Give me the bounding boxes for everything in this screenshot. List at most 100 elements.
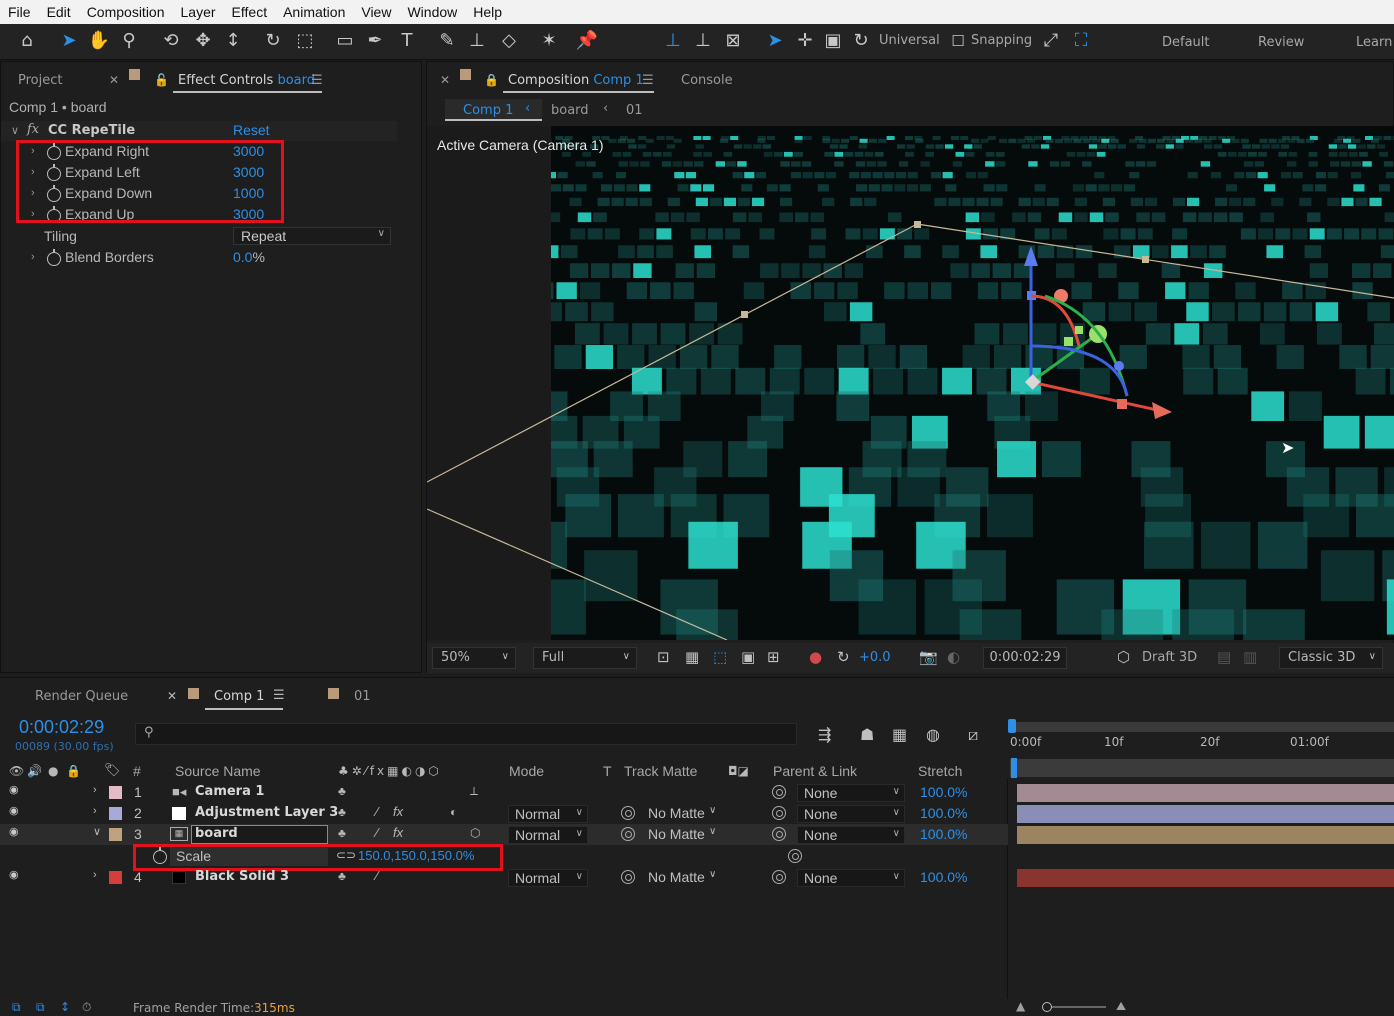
- 3d-view-icon[interactable]: ▥: [1243, 648, 1257, 666]
- reset-button[interactable]: Reset: [233, 122, 270, 138]
- snap-toggle-icon[interactable]: ⛶: [1068, 28, 1094, 54]
- pickwhip-icon[interactable]: [772, 785, 786, 799]
- expression-pickwhip-icon[interactable]: [788, 849, 802, 863]
- shy-switch-icon[interactable]: ♣: [338, 805, 346, 819]
- home-icon[interactable]: ⌂: [14, 28, 40, 54]
- in-out-toggle-icon[interactable]: ↕: [60, 1000, 70, 1014]
- pickwhip-icon[interactable]: [772, 827, 786, 841]
- stretch-value[interactable]: 100.0%: [920, 805, 967, 821]
- workspace-review[interactable]: Review: [1258, 35, 1304, 50]
- layer-row[interactable]: ◉ › 4 Black Solid 3 ♣ ⁄ Normal ∨ No Matte…: [0, 867, 1008, 888]
- orbit-camera-icon[interactable]: ⟲: [158, 28, 184, 54]
- scale-gizmo-icon[interactable]: ▣: [820, 28, 846, 54]
- matte-pickwhip-icon[interactable]: [621, 827, 635, 841]
- grid-guides-icon[interactable]: ⊞: [767, 648, 780, 666]
- snapshot-icon[interactable]: 📷: [919, 648, 938, 666]
- axis-mode-label[interactable]: Universal: [879, 33, 940, 48]
- search-input[interactable]: ⚲: [135, 723, 797, 745]
- tiling-dropdown[interactable]: Repeat ∨: [233, 227, 391, 245]
- shy-switch-icon[interactable]: ♣: [338, 826, 346, 840]
- parent-dropdown[interactable]: None ∨: [797, 869, 905, 887]
- eye-icon[interactable]: ◉: [9, 804, 23, 817]
- layer-bar[interactable]: [1017, 784, 1394, 802]
- breadcrumb-01[interactable]: 01: [626, 103, 643, 118]
- type-tool-icon[interactable]: T: [394, 28, 420, 54]
- menu-effect[interactable]: Effect: [224, 4, 276, 20]
- composition-mini-flowchart-icon[interactable]: ⇶: [818, 725, 831, 744]
- panel-menu-icon[interactable]: ☰: [311, 73, 323, 88]
- shy-layers-icon[interactable]: ☗: [860, 725, 874, 744]
- stopwatch-icon[interactable]: [47, 249, 61, 266]
- breadcrumb-comp[interactable]: Comp 1: [463, 103, 513, 118]
- zoom-slider[interactable]: [1046, 1006, 1106, 1008]
- shy-switch-icon[interactable]: ♣: [338, 784, 346, 798]
- panel-menu-icon[interactable]: ☰: [642, 73, 654, 88]
- label-swatch[interactable]: [109, 807, 122, 820]
- close-icon[interactable]: ✕: [440, 73, 450, 87]
- workspace-learn[interactable]: Learn: [1356, 35, 1392, 50]
- exposure-value[interactable]: +0.0: [859, 650, 891, 665]
- chevron-down-icon[interactable]: ∨: [11, 124, 19, 137]
- menu-help[interactable]: Help: [465, 4, 510, 20]
- rotation-tool-icon[interactable]: ↻: [260, 28, 286, 54]
- layer-bar[interactable]: [1017, 805, 1394, 823]
- tab-render-queue[interactable]: Render Queue: [35, 689, 128, 704]
- layer-row[interactable]: ◉ ∨ 3 ▦ board ♣ ⁄ fx ⬡ Normal ∨ No Matte …: [0, 824, 1008, 845]
- zoom-tool-icon[interactable]: ⚲: [116, 28, 142, 54]
- show-snapshot-icon[interactable]: ◐: [947, 648, 960, 666]
- work-area-start-handle[interactable]: [1008, 719, 1016, 733]
- composition-viewer[interactable]: Active Camera (Camera 1) ➤: [427, 126, 1394, 640]
- tab-01[interactable]: 01: [354, 689, 371, 704]
- 3d-layer-icon[interactable]: ⟂: [470, 784, 478, 799]
- transparency-grid-icon[interactable]: ▦: [685, 648, 699, 666]
- safe-margins-icon[interactable]: ▣: [741, 648, 755, 666]
- tab-composition[interactable]: Composition Comp 1: [508, 73, 644, 88]
- pan-behind-icon[interactable]: ⬚: [292, 28, 318, 54]
- menu-animation[interactable]: Animation: [275, 4, 353, 20]
- chevron-down-icon[interactable]: ∨: [709, 826, 716, 837]
- puppet-pin-icon[interactable]: 📌: [574, 28, 600, 54]
- menu-composition[interactable]: Composition: [79, 4, 173, 20]
- brush-tool-icon[interactable]: ✎: [434, 28, 460, 54]
- snapping-checkbox-icon[interactable]: ☐: [945, 28, 971, 54]
- parent-dropdown[interactable]: None ∨: [797, 784, 905, 802]
- gizmo-select-icon[interactable]: ➤: [762, 28, 788, 54]
- menu-window[interactable]: Window: [399, 4, 465, 20]
- expand-chevron-icon[interactable]: ›: [93, 805, 97, 817]
- layer-row[interactable]: ◉ › 1 ■◂ Camera 1 ♣ ⟂ None ∨ 100.0%: [0, 782, 1008, 803]
- lock-icon[interactable]: 🔒: [484, 73, 499, 87]
- zoom-dropdown[interactable]: 50% ∨: [432, 647, 516, 669]
- tab-project[interactable]: Project: [18, 73, 62, 88]
- property-value[interactable]: 0.0%: [233, 249, 265, 265]
- tab-effect-controls[interactable]: Effect Controls board: [178, 73, 315, 88]
- clone-stamp-icon[interactable]: ⊥: [464, 28, 490, 54]
- world-axis-icon[interactable]: ⊥: [690, 28, 716, 54]
- effect-switch-icon[interactable]: fx: [393, 825, 403, 840]
- track-matte-value[interactable]: No Matte: [648, 826, 705, 842]
- view-axis-icon[interactable]: ⊠: [720, 28, 746, 54]
- parent-dropdown[interactable]: None ∨: [797, 805, 905, 823]
- label-swatch[interactable]: [109, 871, 122, 884]
- stretch-value[interactable]: 100.0%: [920, 869, 967, 885]
- eye-icon[interactable]: ◉: [9, 783, 23, 796]
- mode-dropdown[interactable]: Normal ∨: [508, 805, 588, 823]
- layer-name[interactable]: Camera 1: [195, 784, 264, 799]
- current-time[interactable]: 0:00:02:29: [19, 717, 104, 738]
- menu-edit[interactable]: Edit: [39, 4, 79, 20]
- move-gizmo-icon[interactable]: ✛: [792, 28, 818, 54]
- breadcrumb-board[interactable]: board: [551, 103, 589, 118]
- 3d-layer-icon[interactable]: ⬡: [470, 826, 480, 840]
- region-of-interest-icon[interactable]: ⊡: [657, 648, 670, 666]
- snapping-label[interactable]: Snapping: [971, 33, 1032, 48]
- expand-chevron-icon[interactable]: ›: [93, 869, 97, 881]
- layer-name[interactable]: Black Solid 3: [195, 869, 289, 884]
- quality-switch-icon[interactable]: ⁄: [376, 804, 378, 819]
- channel-icon[interactable]: ●: [809, 648, 822, 666]
- chevron-down-icon[interactable]: ∨: [709, 805, 716, 816]
- track-matte-value[interactable]: No Matte: [648, 869, 705, 885]
- chevron-right-icon[interactable]: ›: [31, 251, 35, 263]
- timecode-display[interactable]: 0:00:02:29: [983, 647, 1067, 669]
- layer-bar[interactable]: [1017, 826, 1394, 844]
- layer-bar[interactable]: [1017, 869, 1394, 887]
- pan-camera-icon[interactable]: ✥: [190, 28, 216, 54]
